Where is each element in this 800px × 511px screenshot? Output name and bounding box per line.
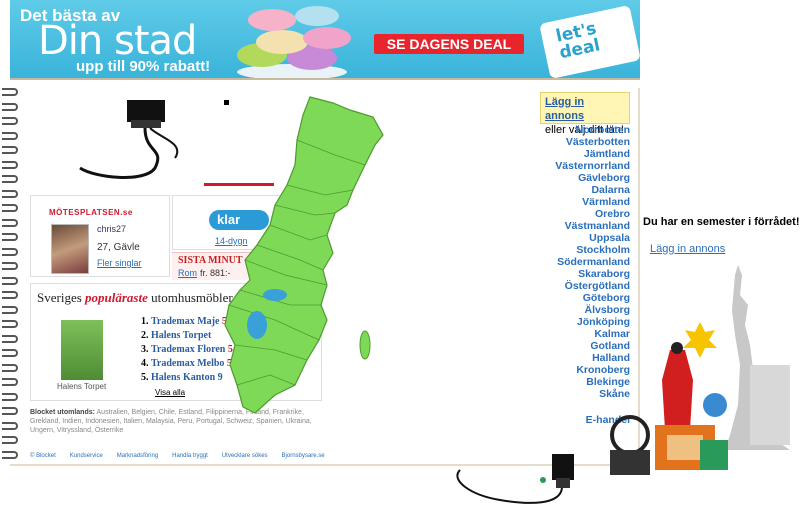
furniture-caption: Halens Torpet [57, 382, 107, 391]
se-dagens-deal-button[interactable]: SE DAGENS DEAL [374, 34, 524, 54]
spiral-ring [2, 218, 18, 227]
profile-photo[interactable] [51, 224, 89, 274]
add-ad-link[interactable]: Lägg in annons [545, 96, 584, 122]
spiral-ring [2, 189, 18, 198]
spiral-ring [2, 247, 18, 256]
spiral-ring [2, 320, 18, 328]
utomlands-label: Blocket utomlands: [30, 409, 95, 416]
county-link[interactable]: Västerbotten [540, 136, 630, 148]
footer-link[interactable]: Utvecklare sökes [222, 453, 268, 459]
title-em: populäraste [85, 290, 148, 305]
profile-name[interactable]: chris27 [97, 224, 126, 234]
sista-minut-city[interactable]: Rom [178, 268, 197, 278]
spiral-ring [2, 233, 18, 241]
footer-link[interactable]: Marknadsföring [117, 453, 158, 459]
county-link[interactable]: Västmanland [540, 220, 630, 232]
footer-link[interactable]: Bjornsbysare.se [282, 453, 325, 459]
furniture-image[interactable] [61, 320, 103, 380]
footer-link[interactable]: Kundservice [70, 453, 103, 459]
spiral-ring [2, 450, 18, 459]
spiral-ring [2, 117, 18, 125]
county-link[interactable]: Norrbotten [540, 124, 630, 136]
lets-deal-banner[interactable]: Det bästa av Din stad upp till 90% rabat… [10, 0, 640, 80]
lamp-illustration [79, 100, 179, 179]
popular-item-rank: 2. [141, 330, 149, 341]
add-ad-box[interactable]: Lägg in annons eller välj ditt län! [540, 92, 630, 136]
spiral-ring [2, 334, 18, 343]
spiral-ring [2, 436, 18, 444]
county-link[interactable]: Gävleborg [540, 172, 630, 184]
semester-add-link[interactable]: Lägg in annons [650, 243, 725, 255]
footer-links: © Blocket Kundservice Marknadsföring Handla… [30, 453, 430, 459]
macarons-image [237, 6, 351, 78]
spiral-ring [2, 363, 18, 372]
county-link[interactable]: Uppsala [540, 232, 630, 244]
popular-item-name[interactable]: Trademax Melbo [151, 358, 224, 369]
spiral-ring [2, 291, 18, 299]
spiral-ring [2, 131, 18, 140]
county-link[interactable]: Värmland [540, 196, 630, 208]
county-link[interactable]: Orebro [540, 208, 630, 220]
profile-age: 27, Gävle [97, 242, 140, 253]
spiral-ring [2, 349, 18, 357]
spiral-ring [2, 88, 18, 96]
popular-item-name[interactable]: Halens Kanton 9 [151, 372, 223, 383]
popular-item-rank: 3. [141, 344, 149, 355]
popular-item-rank: 4. [141, 358, 149, 369]
popular-item-rank: 5. [141, 372, 149, 383]
spiral-ring [2, 146, 18, 154]
spiral-ring [2, 276, 18, 285]
county-link[interactable]: Västernorrland [540, 160, 630, 172]
popular-item-rank: 1. [141, 316, 149, 327]
county-link[interactable]: Stockholm [540, 244, 630, 256]
spiral-ring [2, 262, 18, 270]
spiral-ring [2, 392, 18, 401]
spiral-ring [2, 305, 18, 314]
spiral-ring [2, 204, 18, 212]
popular-item-name[interactable]: Halens Torpet [151, 330, 211, 341]
county-link[interactable]: Jämtland [540, 148, 630, 160]
county-link[interactable]: Göteborg [540, 292, 630, 304]
spiral-ring [2, 407, 18, 415]
motesplatsen-logo: MÖTESPLATSEN.se [49, 208, 133, 217]
spiral-ring [2, 378, 18, 386]
spiral-ring [2, 421, 18, 430]
county-link[interactable]: Älvsborg [540, 304, 630, 316]
lamp-illustration-bottom [456, 454, 574, 504]
county-link[interactable]: Skaraborg [540, 268, 630, 280]
visa-alla-link[interactable]: Visa alla [155, 388, 185, 397]
semester-title: Du har en semester i förrådet! [643, 216, 800, 228]
title-pre: Sveriges [37, 290, 86, 305]
county-link[interactable]: Dalarna [540, 184, 630, 196]
spiral-binding [0, 88, 20, 468]
storage-goods-image [610, 322, 728, 475]
footer-link[interactable]: Handla tryggt [172, 453, 208, 459]
county-link[interactable]: Östergötland [540, 280, 630, 292]
spiral-ring [2, 160, 18, 169]
fler-singlar-link[interactable]: Fler singlar [97, 258, 142, 268]
county-link[interactable]: Södermanland [540, 256, 630, 268]
spiral-ring [2, 102, 18, 111]
spiral-ring [2, 175, 18, 183]
lets-deal-logo: let's deal [539, 5, 640, 78]
popular-item-name[interactable]: Trademax Maje [151, 316, 219, 327]
motesplatsen-widget: MÖTESPLATSEN.se chris27 27, Gävle Fler s… [30, 195, 170, 277]
banner-line3: upp till 90% rabatt! [76, 58, 211, 75]
sweden-map[interactable] [215, 95, 390, 425]
popular-title: Sveriges populäraste utomhusmöbler [37, 290, 233, 306]
footer-link[interactable]: © Blocket [30, 453, 56, 459]
